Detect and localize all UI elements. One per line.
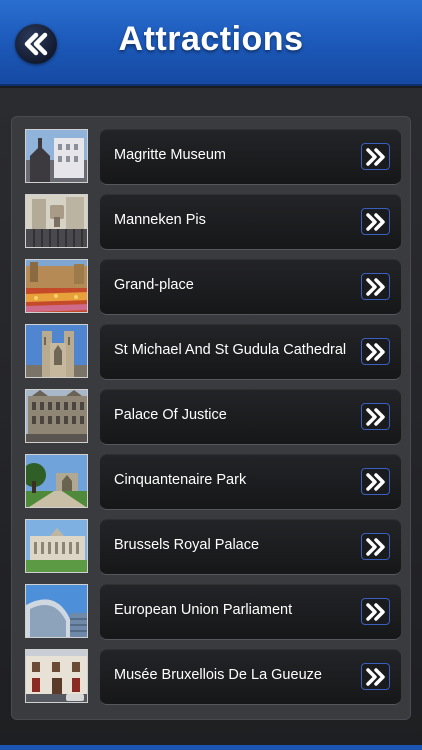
open-arrow-button[interactable] [361,533,390,560]
open-arrow-button[interactable] [361,663,390,690]
open-arrow-button[interactable] [361,273,390,300]
open-arrow-button[interactable] [361,598,390,625]
attraction-thumbnail[interactable] [25,259,88,313]
attraction-label: Brussels Royal Palace [114,537,260,553]
header-bar: Attractions [0,0,422,86]
double-chevron-right-icon [365,667,385,686]
open-arrow-button[interactable] [361,208,390,235]
attraction-button[interactable]: Grand-place [100,259,401,315]
attraction-thumbnail[interactable] [25,324,88,378]
attraction-label: Cinquantenaire Park [114,472,247,488]
double-chevron-right-icon [365,602,385,621]
attraction-thumbnail[interactable] [25,389,88,443]
list-item[interactable]: Cinquantenaire Park [25,454,401,510]
attraction-button[interactable]: Musée Bruxellois De La Gueuze [100,649,401,705]
double-chevron-right-icon [365,342,385,361]
attraction-button[interactable]: Manneken Pis [100,194,401,250]
list-item[interactable]: European Union Parliament [25,584,401,640]
open-arrow-button[interactable] [361,143,390,170]
double-chevron-right-icon [365,147,385,166]
attraction-thumbnail[interactable] [25,649,88,703]
attraction-thumbnail[interactable] [25,194,88,248]
attraction-button[interactable]: St Michael And St Gudula Cathedral [100,324,401,380]
attraction-thumbnail[interactable] [25,129,88,183]
attraction-thumbnail[interactable] [25,454,88,508]
attraction-thumbnail[interactable] [25,519,88,573]
attraction-label: Grand-place [114,277,194,293]
attraction-label: Musée Bruxellois De La Gueuze [114,667,322,683]
double-chevron-right-icon [365,472,385,491]
attraction-label: Manneken Pis [114,212,206,228]
double-chevron-right-icon [365,537,385,556]
attraction-label: St Michael And St Gudula Cathedral [114,342,347,358]
open-arrow-button[interactable] [361,338,390,365]
attraction-button[interactable]: Magritte Museum [100,129,401,185]
double-chevron-right-icon [365,212,385,231]
attractions-list: Magritte Museum Manneken Pis Grand-place… [11,116,411,720]
list-item[interactable]: Grand-place [25,259,401,315]
open-arrow-button[interactable] [361,403,390,430]
attraction-button[interactable]: Cinquantenaire Park [100,454,401,510]
attraction-label: Magritte Museum [114,147,227,163]
list-item[interactable]: Magritte Museum [25,129,401,185]
list-item[interactable]: Brussels Royal Palace [25,519,401,575]
double-chevron-right-icon [365,277,385,296]
attraction-button[interactable]: Palace Of Justice [100,389,401,445]
attraction-thumbnail[interactable] [25,584,88,638]
double-chevron-right-icon [365,407,385,426]
attraction-button[interactable]: Brussels Royal Palace [100,519,401,575]
bottom-accent-bar [0,745,422,750]
list-item[interactable]: St Michael And St Gudula Cathedral [25,324,401,380]
attraction-label: European Union Parliament [114,602,293,618]
attraction-button[interactable]: European Union Parliament [100,584,401,640]
list-item[interactable]: Palace Of Justice [25,389,401,445]
attraction-label: Palace Of Justice [114,407,227,423]
open-arrow-button[interactable] [361,468,390,495]
list-item[interactable]: Manneken Pis [25,194,401,250]
list-item[interactable]: Musée Bruxellois De La Gueuze [25,649,401,705]
page-title: Attractions [118,20,304,58]
